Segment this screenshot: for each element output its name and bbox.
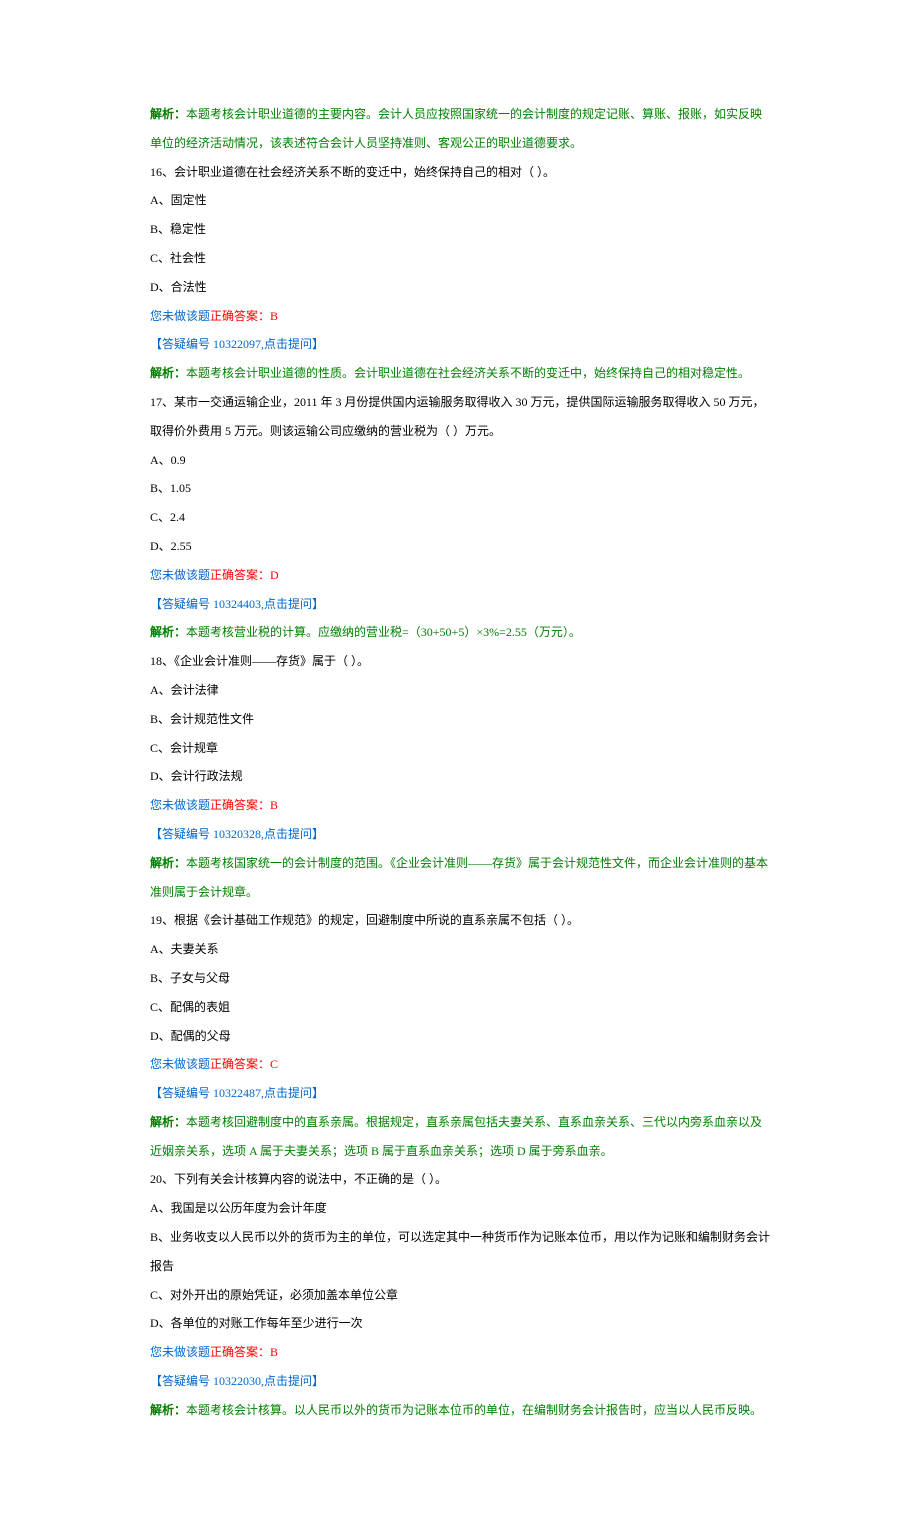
answer-row-20: 您未做该题正确答案：B xyxy=(150,1338,770,1367)
option-19-b: B、子女与父母 xyxy=(150,964,770,993)
option-16-a: A、固定性 xyxy=(150,186,770,215)
question-20: 20、下列有关会计核算内容的说法中，不正确的是（ ）。 xyxy=(150,1165,770,1194)
option-16-b: B、稳定性 xyxy=(150,215,770,244)
analysis-block-19: 解析：本题考核回避制度中的直系亲属。根据规定，直系亲属包括夫妻关系、直系血亲关系… xyxy=(150,1108,770,1166)
option-17-c: C、2.4 xyxy=(150,503,770,532)
option-20-d: D、各单位的对账工作每年至少进行一次 xyxy=(150,1309,770,1338)
option-20-c: C、对外开出的原始凭证，必须加盖本单位公章 xyxy=(150,1281,770,1310)
option-17-b: B、1.05 xyxy=(150,474,770,503)
correct-answer: 正确答案：B xyxy=(210,798,278,812)
question-19: 19、根据《会计基础工作规范》的规定，回避制度中所说的直系亲属不包括（ ）。 xyxy=(150,906,770,935)
option-17-d: D、2.55 xyxy=(150,532,770,561)
correct-answer: 正确答案：B xyxy=(210,1345,278,1359)
answer-row-16: 您未做该题正确答案：B xyxy=(150,302,770,331)
analysis-text: 本题考核会计核算。以人民币以外的货币为记账本位币的单位，在编制财务会计报告时，应… xyxy=(186,1403,762,1417)
answer-row-17: 您未做该题正确答案：D xyxy=(150,561,770,590)
query-link-18[interactable]: 【答疑编号 10320328,点击提问】 xyxy=(150,820,770,849)
analysis-label: 解析： xyxy=(150,856,186,870)
analysis-text: 本题考核营业税的计算。应缴纳的营业税=（30+50+5）×3%=2.55（万元）… xyxy=(186,625,581,639)
option-18-b: B、会计规范性文件 xyxy=(150,705,770,734)
analysis-label: 解析： xyxy=(150,1403,186,1417)
option-16-d: D、合法性 xyxy=(150,273,770,302)
analysis-label: 解析： xyxy=(150,366,186,380)
option-18-c: C、会计规章 xyxy=(150,734,770,763)
not-done-label: 您未做该题 xyxy=(150,798,210,812)
analysis-label: 解析： xyxy=(150,625,186,639)
analysis-block-16: 解析：本题考核会计职业道德的性质。会计职业道德在社会经济关系不断的变迁中，始终保… xyxy=(150,359,770,388)
answer-row-19: 您未做该题正确答案：C xyxy=(150,1050,770,1079)
query-link-19[interactable]: 【答疑编号 10322487,点击提问】 xyxy=(150,1079,770,1108)
not-done-label: 您未做该题 xyxy=(150,568,210,582)
analysis-text: 本题考核国家统一的会计制度的范围。《企业会计准则——存货》属于会计规范性文件，而… xyxy=(150,856,768,899)
option-17-a: A、0.9 xyxy=(150,446,770,475)
not-done-label: 您未做该题 xyxy=(150,1057,210,1071)
not-done-label: 您未做该题 xyxy=(150,309,210,323)
option-19-c: C、配偶的表姐 xyxy=(150,993,770,1022)
analysis-text: 本题考核会计职业道德的主要内容。会计人员应按照国家统一的会计制度的规定记账、算账… xyxy=(150,107,762,150)
analysis-block-17: 解析：本题考核营业税的计算。应缴纳的营业税=（30+50+5）×3%=2.55（… xyxy=(150,618,770,647)
correct-answer: 正确答案：C xyxy=(210,1057,278,1071)
option-16-c: C、社会性 xyxy=(150,244,770,273)
analysis-block-15: 解析：本题考核会计职业道德的主要内容。会计人员应按照国家统一的会计制度的规定记账… xyxy=(150,100,770,158)
analysis-block-20: 解析：本题考核会计核算。以人民币以外的货币为记账本位币的单位，在编制财务会计报告… xyxy=(150,1396,770,1425)
query-link-16[interactable]: 【答疑编号 10322097,点击提问】 xyxy=(150,330,770,359)
question-16: 16、会计职业道德在社会经济关系不断的变迁中，始终保持自己的相对（ ）。 xyxy=(150,158,770,187)
option-19-d: D、配偶的父母 xyxy=(150,1022,770,1051)
option-20-a: A、我国是以公历年度为会计年度 xyxy=(150,1194,770,1223)
analysis-text: 本题考核回避制度中的直系亲属。根据规定，直系亲属包括夫妻关系、直系血亲关系、三代… xyxy=(150,1115,762,1158)
answer-row-18: 您未做该题正确答案：B xyxy=(150,791,770,820)
option-19-a: A、夫妻关系 xyxy=(150,935,770,964)
correct-answer: 正确答案：B xyxy=(210,309,278,323)
analysis-block-18: 解析：本题考核国家统一的会计制度的范围。《企业会计准则——存货》属于会计规范性文… xyxy=(150,849,770,907)
option-18-d: D、会计行政法规 xyxy=(150,762,770,791)
analysis-label: 解析： xyxy=(150,107,186,121)
option-18-a: A、会计法律 xyxy=(150,676,770,705)
query-link-20[interactable]: 【答疑编号 10322030,点击提问】 xyxy=(150,1367,770,1396)
question-17: 17、某市一交通运输企业，2011 年 3 月份提供国内运输服务取得收入 30 … xyxy=(150,388,770,446)
correct-answer: 正确答案：D xyxy=(210,568,279,582)
analysis-label: 解析： xyxy=(150,1115,186,1129)
not-done-label: 您未做该题 xyxy=(150,1345,210,1359)
query-link-17[interactable]: 【答疑编号 10324403,点击提问】 xyxy=(150,590,770,619)
option-20-b: B、业务收支以人民币以外的货币为主的单位，可以选定其中一种货币作为记账本位币，用… xyxy=(150,1223,770,1281)
question-18: 18、《企业会计准则——存货》属于（ ）。 xyxy=(150,647,770,676)
analysis-text: 本题考核会计职业道德的性质。会计职业道德在社会经济关系不断的变迁中，始终保持自己… xyxy=(186,366,750,380)
